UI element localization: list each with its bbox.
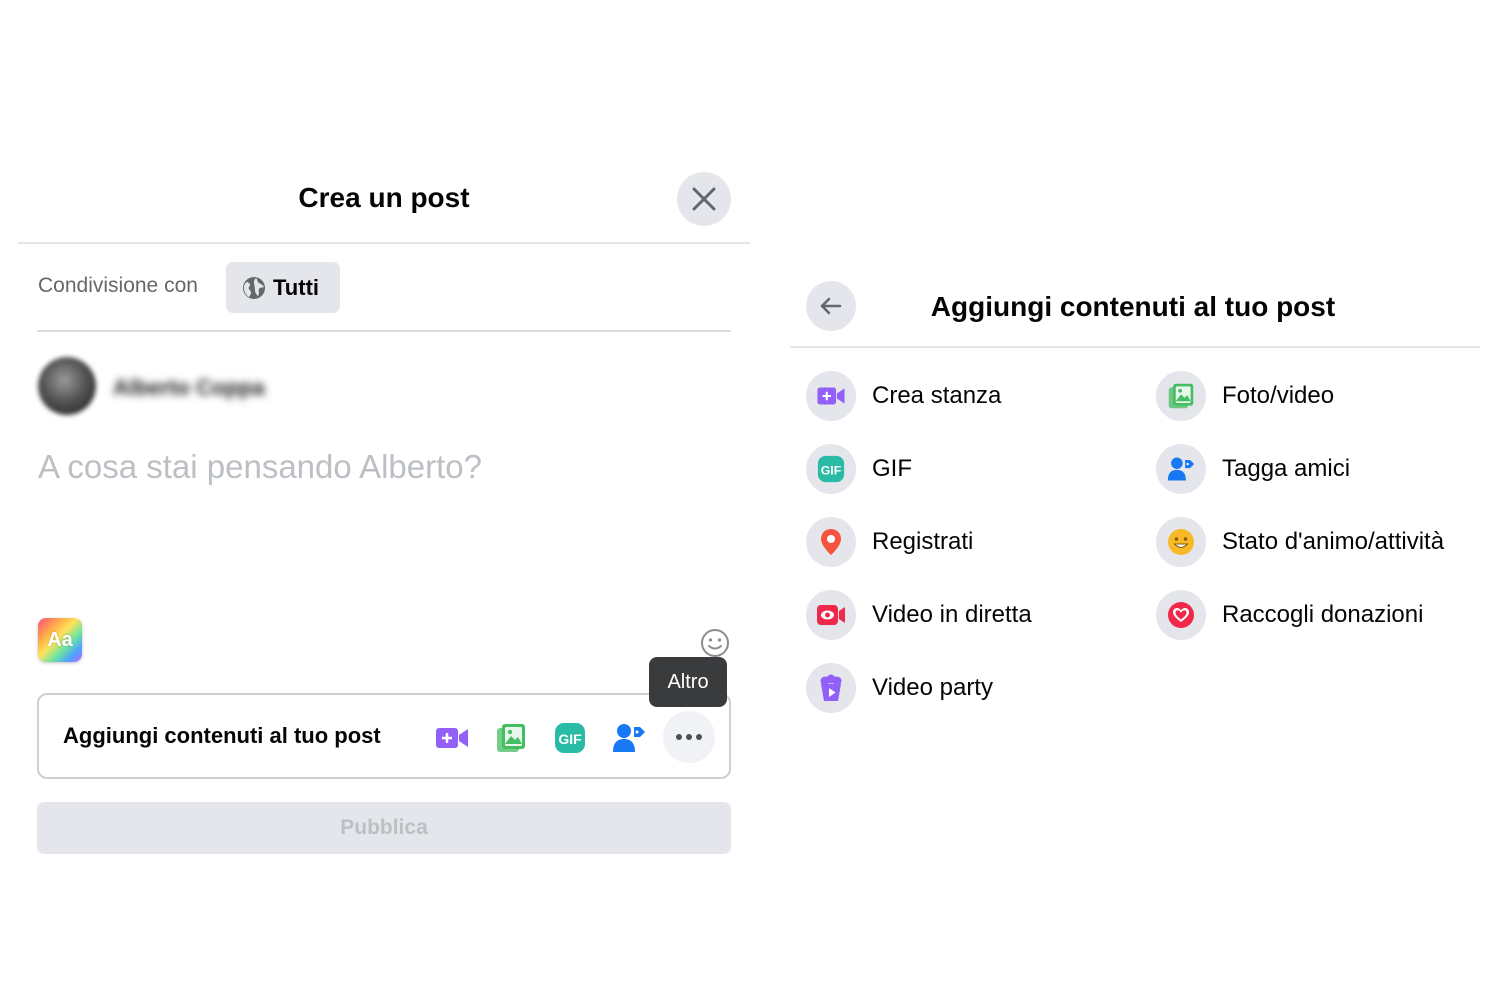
option-label: Tagga amici: [1222, 455, 1351, 482]
tag-friends-icon: [613, 724, 645, 752]
close-button[interactable]: [677, 172, 731, 226]
option-tag-friends[interactable]: Tagga amici: [1156, 443, 1350, 495]
aa-label: Aa: [47, 628, 73, 651]
create-room-button[interactable]: [435, 721, 469, 755]
close-icon: [692, 187, 716, 211]
add-content-dialog: Aggiungi contenuti al tuo post Crea stan…: [790, 270, 1480, 730]
live-video-icon: [817, 605, 845, 625]
option-label: Video in diretta: [872, 601, 1032, 628]
share-with-label: Condivisione con: [38, 274, 198, 297]
back-button[interactable]: [806, 281, 856, 331]
dialog-title: Crea un post: [298, 182, 470, 213]
create-post-dialog: Crea un post Condivisione con Tutti Albe…: [18, 150, 750, 870]
option-label: Raccogli donazioni: [1222, 601, 1424, 628]
smiley-icon: [1168, 529, 1194, 555]
option-label: Stato d'animo/attività: [1222, 528, 1445, 555]
add-content-divider: [790, 346, 1480, 348]
audience-selector[interactable]: Tutti: [226, 262, 340, 313]
gif-icon: GIF: [555, 723, 585, 753]
option-label: GIF: [872, 455, 912, 482]
publish-button[interactable]: Pubblica: [37, 802, 731, 854]
photo-video-button[interactable]: [494, 721, 528, 755]
emoji-icon[interactable]: [700, 628, 730, 658]
add-content-title: Aggiungi contenuti al tuo post: [930, 291, 1336, 322]
add-to-post-label: Aggiungi contenuti al tuo post: [63, 723, 381, 748]
photo-icon: [1168, 383, 1194, 409]
option-check-in[interactable]: Registrati: [806, 516, 973, 568]
video-room-icon: [436, 728, 468, 748]
option-video-party[interactable]: Video party: [806, 662, 993, 714]
option-label: Registrati: [872, 528, 974, 555]
tag-friends-icon: [1167, 457, 1195, 481]
video-room-icon: [817, 387, 845, 405]
gif-icon-text: GIF: [558, 731, 582, 747]
photo-icon: [497, 724, 525, 752]
option-feeling-activity[interactable]: Stato d'animo/attività: [1156, 516, 1444, 568]
gif-icon-text: GIF: [821, 463, 842, 477]
gif-icon: GIF: [817, 455, 845, 483]
audience-label: Tutti: [273, 274, 320, 300]
text-background-button[interactable]: Aa: [38, 618, 82, 662]
username: Alberto Coppa: [113, 375, 265, 400]
post-text-input[interactable]: A cosa stai pensando Alberto?: [38, 448, 482, 486]
popcorn-icon: [820, 674, 842, 701]
option-gif[interactable]: GIF GIF: [806, 443, 912, 495]
header-divider: [18, 242, 750, 244]
option-photo-video[interactable]: Foto/video: [1156, 370, 1334, 422]
globe-icon: [243, 276, 265, 299]
option-label: Video party: [872, 674, 993, 701]
tag-friends-button[interactable]: [612, 721, 646, 755]
arrow-left-icon: [820, 297, 842, 315]
more-options-button[interactable]: [663, 711, 715, 763]
location-pin-icon: [821, 529, 841, 555]
option-create-room[interactable]: Crea stanza: [806, 370, 1001, 422]
audience-divider: [37, 330, 731, 332]
add-to-post-bar: Aggiungi contenuti al tuo post GIF: [37, 693, 731, 779]
avatar: [38, 357, 96, 415]
option-label: Foto/video: [1222, 382, 1335, 409]
heart-icon: [1168, 602, 1194, 628]
more-dots-icon: [676, 734, 702, 740]
option-live-video[interactable]: Video in diretta: [806, 589, 1032, 641]
option-label: Crea stanza: [872, 382, 1002, 409]
gif-button[interactable]: GIF: [553, 721, 587, 755]
more-tooltip: Altro: [649, 657, 727, 707]
option-fundraiser[interactable]: Raccogli donazioni: [1156, 589, 1423, 641]
